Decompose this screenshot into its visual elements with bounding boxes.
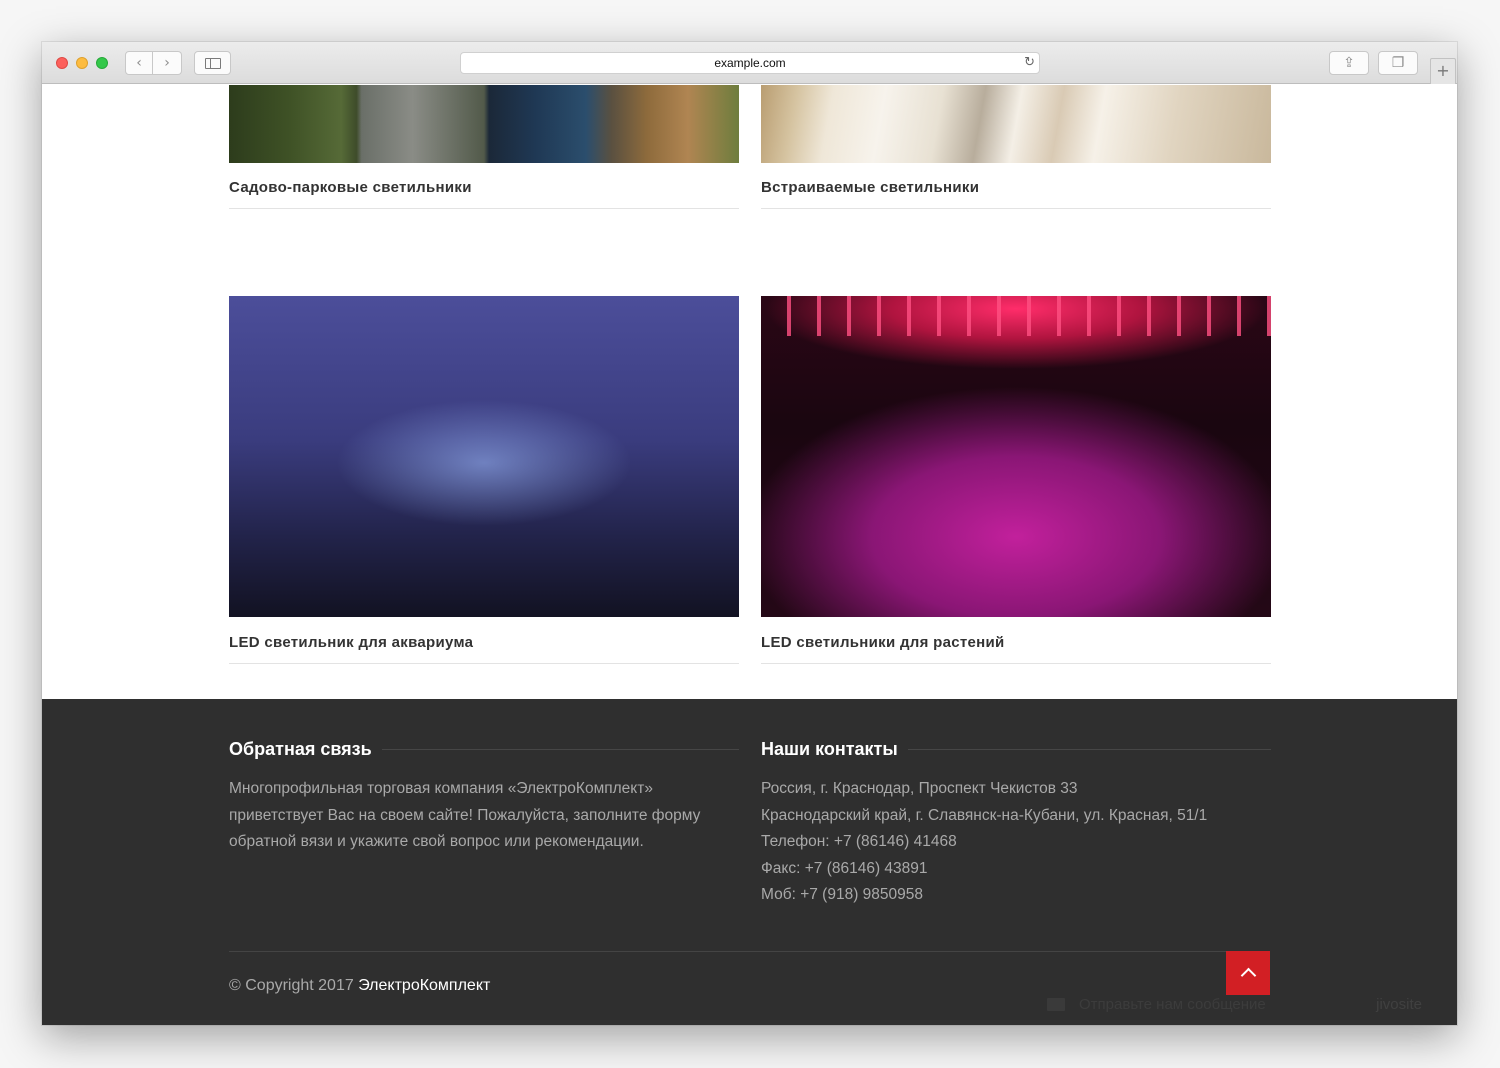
browser-toolbar: ‹ › example.com ↻ ⇪ ❐ +: [42, 42, 1457, 84]
contact-mobile[interactable]: Моб: +7 (918) 9850958: [761, 882, 1271, 909]
copyright: © Copyright 2017 ЭлектроКомплект: [229, 977, 490, 995]
embedded-lights-image[interactable]: [761, 85, 1271, 163]
zoom-window-button[interactable]: [96, 57, 108, 69]
feedback-heading: Обратная связь: [229, 739, 739, 760]
product-title[interactable]: LED светильник для аквариума: [229, 634, 739, 664]
chat-brand: jivosite: [1376, 995, 1422, 1013]
scroll-to-top-button[interactable]: [1226, 951, 1270, 995]
chat-label[interactable]: Отправьте нам сообщение: [1079, 996, 1266, 1013]
product-title[interactable]: Встраиваемые светильники: [761, 179, 1271, 209]
copyright-brand-link[interactable]: ЭлектроКомплект: [358, 977, 490, 994]
feedback-text: Многопрофильная торговая компания «Элект…: [229, 780, 701, 851]
chevron-right-icon: ›: [164, 55, 170, 71]
minimize-window-button[interactable]: [76, 57, 88, 69]
sidebar-icon: [204, 57, 221, 69]
product-title[interactable]: Садово-парковые светильники: [229, 179, 739, 209]
reload-icon[interactable]: ↻: [1024, 53, 1035, 73]
sidebar-toggle-button[interactable]: [194, 51, 231, 75]
share-button[interactable]: ⇪: [1329, 51, 1369, 75]
contacts-section: Наши контакты Россия, г. Краснодар, Прос…: [761, 739, 1271, 909]
browser-window: ‹ › example.com ↻ ⇪ ❐ + Садово-парковые …: [42, 42, 1457, 1025]
close-window-button[interactable]: [56, 57, 68, 69]
copyright-prefix: © Copyright 2017: [229, 977, 359, 994]
heading-rule: [381, 749, 739, 750]
contact-phone[interactable]: Телефон: +7 (86146) 41468: [761, 829, 1271, 856]
tabs-icon: ❐: [1391, 55, 1405, 71]
product-title[interactable]: LED светильники для растений: [761, 634, 1271, 664]
back-button[interactable]: ‹: [125, 51, 153, 75]
new-tab-button[interactable]: +: [1430, 58, 1456, 84]
share-icon: ⇪: [1343, 55, 1355, 71]
feedback-heading-text: Обратная связь: [229, 739, 372, 759]
contact-address-slavyansk: Краснодарский край, г. Славянск-на-Кубан…: [761, 806, 1208, 824]
contact-fax: Факс: +7 (86146) 43891: [761, 859, 928, 877]
contacts-heading: Наши контакты: [761, 739, 1271, 760]
footer-divider: [229, 951, 1270, 952]
address-bar[interactable]: example.com ↻: [460, 52, 1040, 74]
contacts-list: Россия, г. Краснодар, Проспект Чекистов …: [761, 776, 1271, 909]
contacts-heading-text: Наши контакты: [761, 739, 898, 759]
plant-lights-image[interactable]: [761, 296, 1271, 617]
page-content: Садово-парковые светильники Встраиваемые…: [42, 85, 1457, 1025]
chevron-up-icon: [1240, 967, 1256, 984]
envelope-icon: [1047, 997, 1065, 1011]
feedback-section: Обратная связь Многопрофильная торговая …: [229, 739, 739, 856]
tab-overview-button[interactable]: ❐: [1378, 51, 1418, 75]
forward-button[interactable]: ›: [153, 51, 182, 75]
aquarium-light-image[interactable]: [229, 296, 739, 617]
garden-lights-image[interactable]: [229, 85, 739, 163]
chevron-left-icon: ‹: [136, 55, 142, 71]
heading-rule: [907, 749, 1271, 750]
url-text: example.com: [714, 56, 786, 70]
contact-address-krasnodar: Россия, г. Краснодар, Проспект Чекистов …: [761, 780, 1078, 797]
site-footer: Обратная связь Многопрофильная торговая …: [42, 699, 1457, 1025]
